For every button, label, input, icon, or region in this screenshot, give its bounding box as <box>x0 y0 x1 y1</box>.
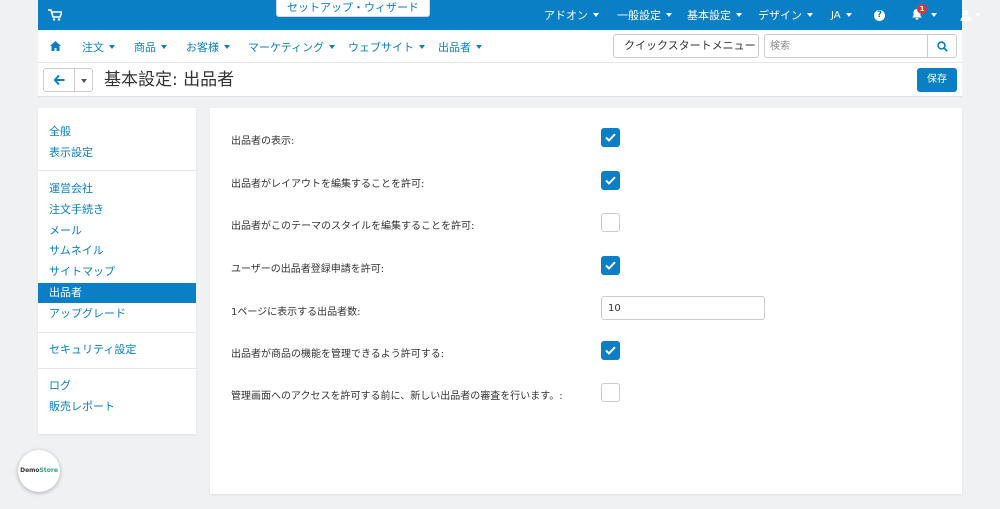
caret-down-icon <box>476 44 482 49</box>
search-input[interactable] <box>764 34 928 58</box>
sidebar-item-thumbnails[interactable]: サムネイル <box>38 241 196 261</box>
menu-language-label: JA <box>831 9 841 21</box>
nav-website-label: ウェブサイト <box>348 40 414 54</box>
allow-manage-features-checkbox[interactable] <box>601 341 620 360</box>
sidebar-item-appearance[interactable]: 表示設定 <box>38 143 196 163</box>
nav-products-label: 商品 <box>134 40 156 54</box>
menu-design-label: デザイン <box>758 9 802 22</box>
setting-label: 1ページに表示する出品者数: <box>231 307 361 318</box>
back-history-dropdown[interactable] <box>74 68 93 92</box>
sidebar-item-general[interactable]: 全般 <box>38 122 196 142</box>
notifications-button[interactable]: 1 <box>911 4 927 23</box>
setting-label: ユーザーの出品者登録申請を許可: <box>231 264 385 275</box>
nav-orders[interactable]: 注文 <box>82 30 115 63</box>
sidebar-divider <box>38 368 196 369</box>
nav-orders-label: 注文 <box>82 40 104 54</box>
caret-down-icon <box>109 44 115 49</box>
nav-vendors[interactable]: 出品者 <box>438 30 482 63</box>
sidebar-item-sitemap[interactable]: サイトマップ <box>38 262 196 282</box>
menu-basic-settings-label: 基本設定 <box>687 9 731 22</box>
check-icon <box>605 176 616 185</box>
nav-website[interactable]: ウェブサイト <box>348 30 425 63</box>
nav-vendors-label: 出品者 <box>438 40 471 54</box>
check-icon <box>605 261 616 270</box>
main-navigation: 注文 商品 お客様 マーケティング ウェブサイト 出品者 クイックスタートメニュ… <box>38 30 962 70</box>
caret-down-icon[interactable] <box>931 13 937 17</box>
search-icon <box>937 41 948 52</box>
setup-wizard-button[interactable]: セットアップ・ウィザード <box>276 0 430 17</box>
setting-label: 出品者がこのテーマのスタイルを編集することを許可: <box>231 221 475 232</box>
sidebar-item-security[interactable]: セキュリティ設定 <box>38 340 196 360</box>
menu-design[interactable]: デザイン <box>758 0 813 30</box>
save-button[interactable]: 保存 <box>917 68 957 92</box>
quick-start-menu-label: クイックスタートメニュー <box>624 39 756 52</box>
setting-label: 出品者が商品の機能を管理できるよう許可する: <box>231 349 445 360</box>
caret-down-icon <box>329 44 336 49</box>
user-icon[interactable] <box>960 9 972 21</box>
check-icon <box>605 346 616 355</box>
menu-general-settings[interactable]: 一般設定 <box>617 0 672 30</box>
sidebar-item-vendors[interactable]: 出品者 <box>38 283 196 303</box>
demo-store-badge-text: Demo <box>20 467 40 474</box>
setting-label: 出品者の表示: <box>231 136 295 147</box>
show-vendors-checkbox[interactable] <box>601 128 620 147</box>
setting-label: 管理画面へのアクセスを許可する前に、新しい出品者の審査を行います。: <box>231 391 563 402</box>
page-header: 基本設定: 出品者 保存 <box>38 63 962 97</box>
sidebar-divider <box>38 170 196 171</box>
caret-down-icon <box>807 13 813 17</box>
search-button[interactable] <box>927 34 957 58</box>
caret-down-icon[interactable] <box>975 13 981 17</box>
nav-customers[interactable]: お客様 <box>186 30 230 63</box>
settings-sidebar: 全般 表示設定 運営会社 注文手続き メール サムネイル サイトマップ 出品者 … <box>38 108 196 434</box>
nav-marketing-label: マーケティング <box>248 40 325 54</box>
back-button[interactable] <box>43 68 75 92</box>
nav-marketing[interactable]: マーケティング <box>248 30 336 63</box>
sidebar-item-logs[interactable]: ログ <box>38 376 196 396</box>
sidebar-item-checkout[interactable]: 注文手続き <box>38 200 196 220</box>
nav-products[interactable]: 商品 <box>134 30 167 63</box>
menu-addons[interactable]: アドオン <box>544 0 599 30</box>
caret-down-icon <box>845 13 852 17</box>
caret-down-icon <box>224 44 230 49</box>
sidebar-divider <box>38 332 196 333</box>
caret-down-icon <box>161 44 167 49</box>
cart-icon[interactable] <box>48 9 62 21</box>
sidebar-item-company[interactable]: 運営会社 <box>38 179 196 199</box>
notification-count-badge: 1 <box>917 4 927 14</box>
check-icon <box>605 133 616 142</box>
menu-general-settings-label: 一般設定 <box>617 9 661 22</box>
sidebar-item-upgrade[interactable]: アップグレード <box>38 304 196 324</box>
sidebar-item-emails[interactable]: メール <box>38 221 196 241</box>
menu-language[interactable]: JA <box>831 0 852 30</box>
caret-down-icon <box>666 13 672 17</box>
allow-edit-layout-checkbox[interactable] <box>601 171 620 190</box>
settings-panel: 出品者の表示: 出品者がレイアウトを編集することを許可: 出品者がこのテーマのス… <box>210 108 962 494</box>
menu-addons-label: アドオン <box>544 9 588 22</box>
demo-store-badge[interactable]: DemoStore <box>18 450 60 492</box>
caret-down-icon <box>736 13 742 17</box>
setting-label: 出品者がレイアウトを編集することを許可: <box>231 179 425 190</box>
demo-store-badge-text-accent: Store <box>39 467 58 474</box>
home-icon[interactable] <box>50 41 61 51</box>
help-icon[interactable]: ? <box>874 10 885 21</box>
sidebar-item-sales-reports[interactable]: 販売レポート <box>38 397 196 417</box>
arrow-left-icon <box>54 75 65 85</box>
caret-down-icon <box>593 13 599 17</box>
review-new-vendors-checkbox[interactable] <box>601 383 620 402</box>
caret-down-icon <box>81 79 87 83</box>
menu-basic-settings[interactable]: 基本設定 <box>687 0 742 30</box>
quick-start-menu-button[interactable]: クイックスタートメニュー <box>613 34 759 70</box>
top-bar: セットアップ・ウィザード アドオン 一般設定 基本設定 デザイン JA ? 1 <box>38 0 981 30</box>
allow-edit-theme-styles-checkbox[interactable] <box>601 213 620 232</box>
allow-vendor-registration-checkbox[interactable] <box>601 256 620 275</box>
page-title: 基本設定: 出品者 <box>104 70 235 90</box>
nav-customers-label: お客様 <box>186 40 219 54</box>
vendors-per-page-input[interactable] <box>601 296 765 320</box>
caret-down-icon <box>419 44 425 49</box>
